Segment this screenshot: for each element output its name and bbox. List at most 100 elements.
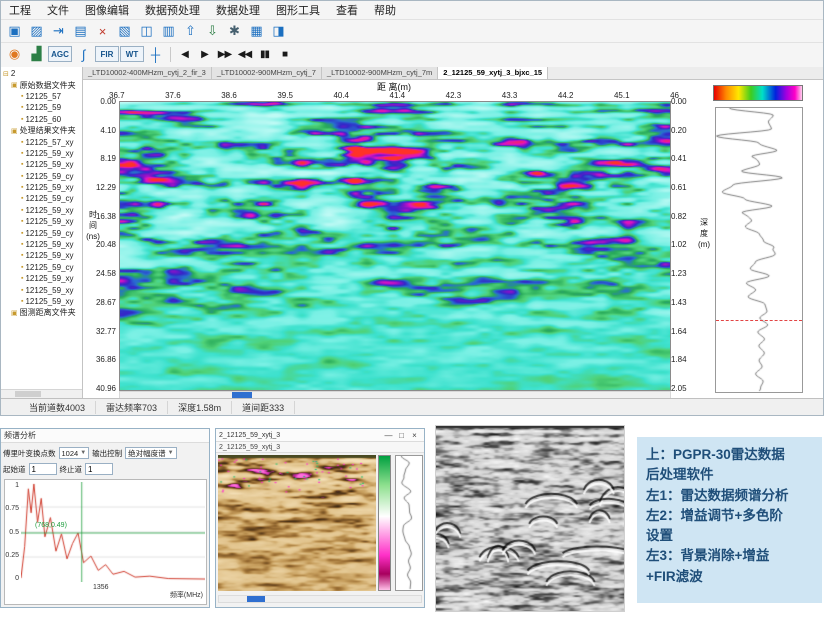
remove-file-icon[interactable]: × [92, 21, 113, 41]
menu-item[interactable]: 数据处理 [208, 0, 268, 20]
tree-item[interactable]: ▣ 原始数据文件夹 [1, 79, 82, 90]
document-tab[interactable]: _LTD10002-900MHzm_cytj_7 [212, 67, 322, 79]
tree-item[interactable]: ▪ 12125_59_xy [1, 216, 82, 227]
tree-item[interactable]: ▪ 12125_59_xy [1, 182, 82, 193]
tree-item[interactable]: ▪ 12125_59_xy [1, 296, 82, 307]
status-field: 道间距333 [232, 401, 295, 414]
tree-item[interactable]: ▪ 12125_59_xy [1, 159, 82, 170]
copy-file-icon[interactable]: ▤ [70, 21, 91, 41]
minimize-button[interactable]: — [382, 430, 395, 441]
tree-item[interactable]: ▣ 图测距离文件夹 [1, 307, 82, 318]
tree-item[interactable]: ▪ 12125_59_cy [1, 171, 82, 182]
menu-item[interactable]: 帮助 [366, 0, 404, 20]
output-control-value: 绝对幅度谱 [128, 448, 166, 459]
filtered-radar-image[interactable] [436, 426, 624, 611]
tree-item[interactable]: ▣ 处理结果文件夹 [1, 125, 82, 136]
tree-item[interactable]: ▪ 12125_59_xy [1, 239, 82, 250]
stop-button[interactable]: ■ [275, 44, 294, 64]
import-icon[interactable]: ⇩ [202, 21, 223, 41]
document-tab[interactable]: 2_12125_59_xytj_3_bjxc_15 [438, 67, 548, 79]
print-icon[interactable]: ▦ [246, 21, 267, 41]
menu-item[interactable]: 图形工具 [268, 0, 328, 20]
time-axis-tick: 4.10 [100, 126, 116, 135]
close-button[interactable]: × [408, 430, 421, 441]
menu-item[interactable]: 数据预处理 [137, 0, 208, 20]
tree-item[interactable]: ▪ 12125_59_xy [1, 148, 82, 159]
fft-size-label: 傅里叶变换点数 [3, 448, 56, 459]
settings-gear-icon[interactable]: ✱ [224, 21, 245, 41]
time-axis-tick: 40.96 [96, 384, 116, 393]
gain-hscrollbar-thumb[interactable] [247, 596, 265, 602]
depth-axis-tick: 2.05 [671, 384, 687, 393]
menu-item[interactable]: 查看 [328, 0, 366, 20]
tree-item[interactable]: ▪ 12125_59_cy [1, 227, 82, 238]
gain-window-titlebar[interactable]: 2_12125_59_xytj_3 — □ × [216, 429, 424, 442]
save-icon[interactable]: ◫ [136, 21, 157, 41]
tree-item[interactable]: ▪ 12125_57 [1, 91, 82, 102]
radar-hscrollbar[interactable] [119, 391, 671, 398]
status-field: 雷达频率703 [96, 401, 168, 414]
spectrum-titlebar[interactable]: 频谱分析 [1, 429, 209, 443]
step-back-button[interactable]: ◀ [175, 44, 194, 64]
tree-item[interactable]: ▪ 12125_57_xy [1, 136, 82, 147]
tree-item[interactable]: ▪ 12125_59_xy [1, 273, 82, 284]
filtered-radar-window [435, 425, 625, 612]
output-control-select[interactable]: 绝对幅度谱 ▼ [125, 447, 176, 459]
spectrum-controls-row2: 起始道 终止道 [3, 462, 113, 476]
menu-item[interactable]: 图像编辑 [77, 0, 137, 20]
document-tab[interactable]: _LTD10002-400MHzm_cytj_2_fir_3 [83, 67, 212, 79]
gain-curve-icon[interactable]: ∫ [73, 44, 94, 64]
wavelet-button[interactable]: WT [120, 46, 144, 62]
tree-node-icon: ▪ [21, 161, 23, 168]
pause-button[interactable]: ▮▮ [255, 44, 274, 64]
gain-window-tab[interactable]: 2_12125_59_xytj_3 [216, 442, 424, 453]
tree-item[interactable]: ▪ 12125_59_xy [1, 205, 82, 216]
tree-node-label: 图测距离文件夹 [20, 307, 76, 318]
agc-button[interactable]: AGC [48, 46, 72, 62]
spectrum-curve [21, 482, 205, 582]
tree-item[interactable]: ▪ 12125_60 [1, 114, 82, 125]
spectrum-marker-label: (768,0.49) [35, 522, 67, 529]
menu-item[interactable]: 文件 [39, 0, 77, 20]
pan-crosshair-icon[interactable]: ┼ [145, 44, 166, 64]
time-axis-tick: 16.38 [96, 212, 116, 221]
gain-radar-image[interactable] [218, 455, 376, 591]
tree-item[interactable]: ▪ 12125_59_cy [1, 262, 82, 273]
x-axis-tick: 44.2 [558, 91, 574, 100]
gain-hscrollbar[interactable] [218, 595, 422, 603]
fir-filter-button[interactable]: FIR [95, 46, 119, 62]
depth-axis-tick: 1.02 [671, 240, 687, 249]
new-project-icon[interactable]: ▣ [4, 21, 25, 41]
rewind-button[interactable]: ◀◀ [235, 44, 254, 64]
play-button[interactable]: ▶ [195, 44, 214, 64]
status-bar: 当前道数4003雷达频率703深度1.58m道间距333 [1, 398, 823, 415]
fast-forward-button[interactable]: ▶▶ [215, 44, 234, 64]
open-project-icon[interactable]: ▨ [26, 21, 47, 41]
depth-axis-unit-line: 深 [697, 217, 711, 228]
fft-size-select[interactable]: 1024 ▼ [59, 447, 90, 459]
tree-item[interactable]: ▪ 12125_59_cy [1, 193, 82, 204]
histogram-icon[interactable]: ▟ [26, 44, 47, 64]
maximize-button[interactable]: □ [395, 430, 408, 441]
start-trace-input[interactable] [29, 463, 57, 475]
tree-item[interactable]: ▪ 12125_59_xy [1, 284, 82, 295]
folder-icon[interactable]: ▧ [114, 21, 135, 41]
end-trace-input[interactable] [85, 463, 113, 475]
tree-item[interactable]: ▪ 12125_59_xy [1, 250, 82, 261]
tree-node-label: 12125_59_cy [25, 172, 73, 181]
document-tab[interactable]: _LTD10002-900MHzm_cytj_7m [322, 67, 438, 79]
save-all-icon[interactable]: ▥ [158, 21, 179, 41]
main-radar-image[interactable] [120, 102, 670, 390]
colormap-icon[interactable]: ◉ [4, 44, 25, 64]
tree-scrollbar[interactable] [1, 389, 82, 398]
menu-item[interactable]: 工程 [1, 0, 39, 20]
multicolor-scale-bar [378, 455, 391, 591]
print-preview-icon[interactable]: ◨ [268, 21, 289, 41]
tree-node-label: 12125_57_xy [25, 138, 73, 147]
tree-item[interactable]: ▪ 12125_59 [1, 102, 82, 113]
export-icon[interactable]: ⇧ [180, 21, 201, 41]
import-file-icon[interactable]: ⇥ [48, 21, 69, 41]
tree-item[interactable]: ⊟ 2 [1, 68, 82, 79]
tree-scrollbar-thumb[interactable] [15, 391, 41, 397]
caption-line: 左2：增益调节+多色阶 [646, 506, 813, 526]
